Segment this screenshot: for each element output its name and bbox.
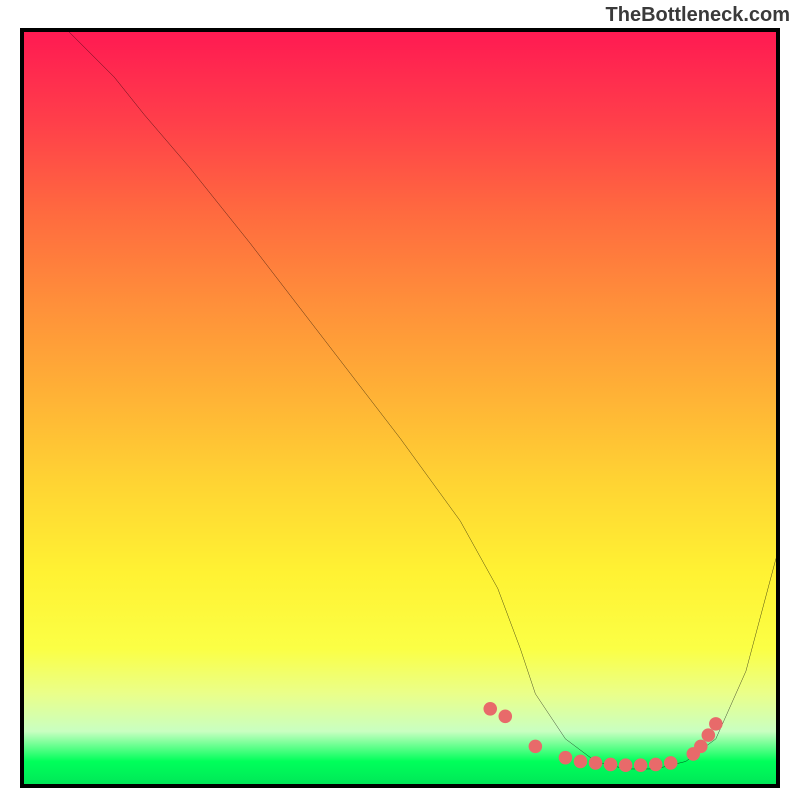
dot-marker [589, 756, 603, 770]
curve-path [69, 32, 776, 769]
dot-marker [619, 758, 633, 772]
curve-line [69, 32, 776, 769]
dot-marker [634, 758, 648, 772]
dot-marker [702, 728, 716, 742]
plot-frame [20, 28, 780, 788]
watermark-text: TheBottleneck.com [606, 4, 790, 27]
dot-marker [529, 740, 543, 754]
dot-marker [649, 758, 663, 772]
dot-markers [483, 702, 722, 772]
chart-container: TheBottleneck.com [0, 0, 800, 800]
dot-marker [574, 755, 588, 769]
dot-marker [483, 702, 497, 716]
dot-marker [499, 710, 513, 724]
dot-marker [604, 758, 618, 772]
dot-marker [694, 740, 708, 754]
chart-svg [24, 32, 776, 784]
dot-marker [709, 717, 723, 731]
dot-marker [559, 751, 573, 765]
dot-marker [664, 756, 678, 770]
